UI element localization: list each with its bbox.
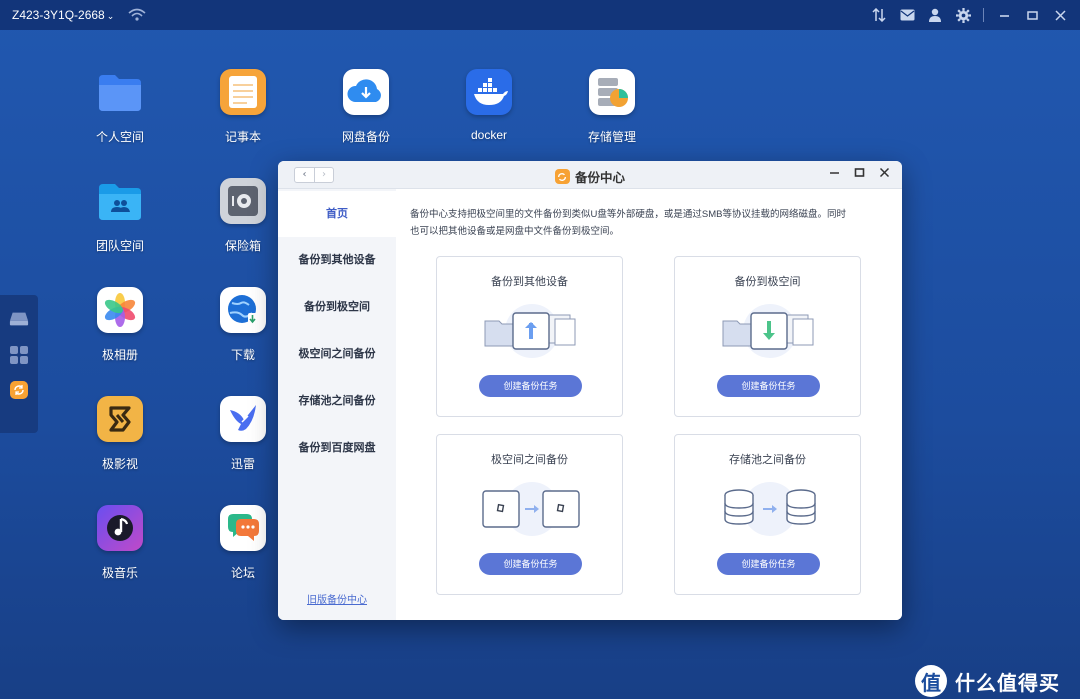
- notepad-icon: [220, 69, 266, 115]
- user-icon[interactable]: [927, 7, 943, 23]
- app-photos[interactable]: 极相册: [70, 287, 170, 363]
- app-cloud-backup[interactable]: 网盘备份: [316, 69, 416, 145]
- top-bar: Z423-3Y1Q-2668 ⌄: [0, 0, 1080, 30]
- app-label: 记事本: [224, 130, 261, 144]
- nav-backup-to-baidu[interactable]: 备份到百度网盘: [278, 425, 396, 471]
- nav-home[interactable]: 首页: [278, 191, 396, 237]
- watermark-logo: 值: [915, 665, 947, 697]
- maximize-button[interactable]: [853, 167, 865, 181]
- divider: [983, 8, 984, 22]
- window-title: 备份中心: [574, 171, 625, 185]
- window-titlebar[interactable]: ‹ › 备份中心: [278, 161, 902, 189]
- app-docker[interactable]: docker: [439, 69, 539, 142]
- backup-icon: [554, 169, 570, 184]
- music-icon: [97, 505, 143, 551]
- apps-grid-icon[interactable]: [9, 345, 29, 365]
- app-label: 极音乐: [101, 566, 138, 580]
- drive-icon[interactable]: [9, 309, 29, 329]
- app-music[interactable]: 极音乐: [70, 505, 170, 581]
- card-backup-to-other-device[interactable]: 备份到其他设备 创建备份任务: [436, 256, 623, 417]
- card-title: 存储池之间备份: [729, 454, 806, 466]
- folder-icon: [97, 69, 143, 115]
- create-backup-task-button[interactable]: 创建备份任务: [717, 375, 820, 397]
- app-label: docker: [470, 128, 508, 142]
- download-globe-icon: [220, 287, 266, 333]
- side-dock: [0, 295, 38, 433]
- app-storage-manager[interactable]: 存储管理: [562, 69, 662, 145]
- app-video[interactable]: 极影视: [70, 396, 170, 472]
- pool-to-pool-illustration: [724, 482, 816, 536]
- app-label: 极相册: [101, 348, 138, 362]
- photos-icon: [97, 287, 143, 333]
- old-backup-center-link[interactable]: 旧版备份中心: [278, 591, 396, 606]
- nav-backup-to-other-device[interactable]: 备份到其他设备: [278, 237, 396, 283]
- safe-icon: [220, 178, 266, 224]
- mail-icon[interactable]: [899, 7, 915, 23]
- gear-icon[interactable]: [955, 7, 971, 23]
- create-backup-task-button[interactable]: 创建备份任务: [479, 553, 582, 575]
- create-backup-task-button[interactable]: 创建备份任务: [717, 553, 820, 575]
- watermark: 值 什么值得买: [905, 663, 1080, 699]
- app-notepad[interactable]: 记事本: [193, 69, 293, 145]
- app-label: 团队空间: [95, 239, 144, 253]
- nav-zspace-to-zspace[interactable]: 极空间之间备份: [278, 331, 396, 377]
- intro-line: 也可以把其他设备或是网盘中文件备份到极空间。: [410, 226, 620, 237]
- desktop: Z423-3Y1Q-2668 ⌄ 个人空间 记事本 网盘备份 docker 存储…: [0, 0, 1080, 699]
- nav-backup-to-zspace[interactable]: 备份到极空间: [278, 284, 396, 330]
- thunder-bird-icon: [220, 396, 266, 442]
- window-sidebar: 首页 备份到其他设备 备份到极空间 极空间之间备份 存储池之间备份 备份到百度网…: [278, 189, 396, 620]
- minimize-button[interactable]: [828, 167, 840, 181]
- card-title: 备份到极空间: [734, 276, 801, 288]
- card-pool-to-pool[interactable]: 存储池之间备份 创建备份任务: [674, 434, 861, 595]
- device-to-device-illustration: [482, 482, 580, 536]
- card-title: 备份到其他设备: [491, 276, 568, 288]
- card-zspace-to-zspace[interactable]: 极空间之间备份 创建备份任务: [436, 434, 623, 595]
- team-folder-icon: [97, 178, 143, 224]
- watermark-text: 什么值得买: [955, 670, 1060, 695]
- close-button[interactable]: [878, 167, 890, 181]
- forum-icon: [220, 505, 266, 551]
- upload-files-illustration: [484, 304, 576, 358]
- app-personal-space[interactable]: 个人空间: [70, 69, 170, 145]
- wifi-icon[interactable]: [128, 8, 146, 22]
- window-controls: [828, 167, 890, 181]
- app-label: 极影视: [101, 457, 138, 471]
- chevron-down-icon: ⌄: [106, 11, 115, 21]
- maximize-icon[interactable]: [1024, 7, 1040, 23]
- app-label: 存储管理: [587, 130, 636, 144]
- device-selector[interactable]: Z423-3Y1Q-2668 ⌄: [12, 8, 114, 22]
- transfer-icon[interactable]: [871, 7, 887, 23]
- intro-text: 备份中心支持把极空间里的文件备份到类似U盘等外部硬盘，或是通过SMB等协议挂载的…: [410, 206, 880, 240]
- main-content: 备份中心支持把极空间里的文件备份到类似U盘等外部硬盘，或是通过SMB等协议挂载的…: [396, 189, 902, 620]
- docker-icon: [466, 69, 512, 115]
- app-label: 网盘备份: [341, 130, 390, 144]
- minimize-icon[interactable]: [996, 7, 1012, 23]
- card-backup-to-zspace[interactable]: 备份到极空间 创建备份任务: [674, 256, 861, 417]
- backup-center-window: ‹ › 备份中心 首页 备份到其他设备 备份到极空间 极空间之间备份 存储池之间…: [278, 161, 902, 620]
- app-team-space[interactable]: 团队空间: [70, 178, 170, 254]
- backup-center-dock-icon[interactable]: [10, 381, 28, 399]
- top-bar-actions: [871, 0, 1068, 30]
- video-icon: [97, 396, 143, 442]
- window-title-group: 备份中心: [278, 167, 902, 186]
- download-files-illustration: [722, 304, 814, 358]
- create-backup-task-button[interactable]: 创建备份任务: [479, 375, 582, 397]
- nav-pool-to-pool[interactable]: 存储池之间备份: [278, 378, 396, 424]
- card-title: 极空间之间备份: [491, 454, 568, 466]
- close-icon[interactable]: [1052, 7, 1068, 23]
- device-name: Z423-3Y1Q-2668: [12, 8, 105, 22]
- intro-line: 备份中心支持把极空间里的文件备份到类似U盘等外部硬盘，或是通过SMB等协议挂载的…: [410, 209, 846, 220]
- cloud-download-icon: [343, 69, 389, 115]
- storage-icon: [589, 69, 635, 115]
- app-label: 个人空间: [95, 130, 144, 144]
